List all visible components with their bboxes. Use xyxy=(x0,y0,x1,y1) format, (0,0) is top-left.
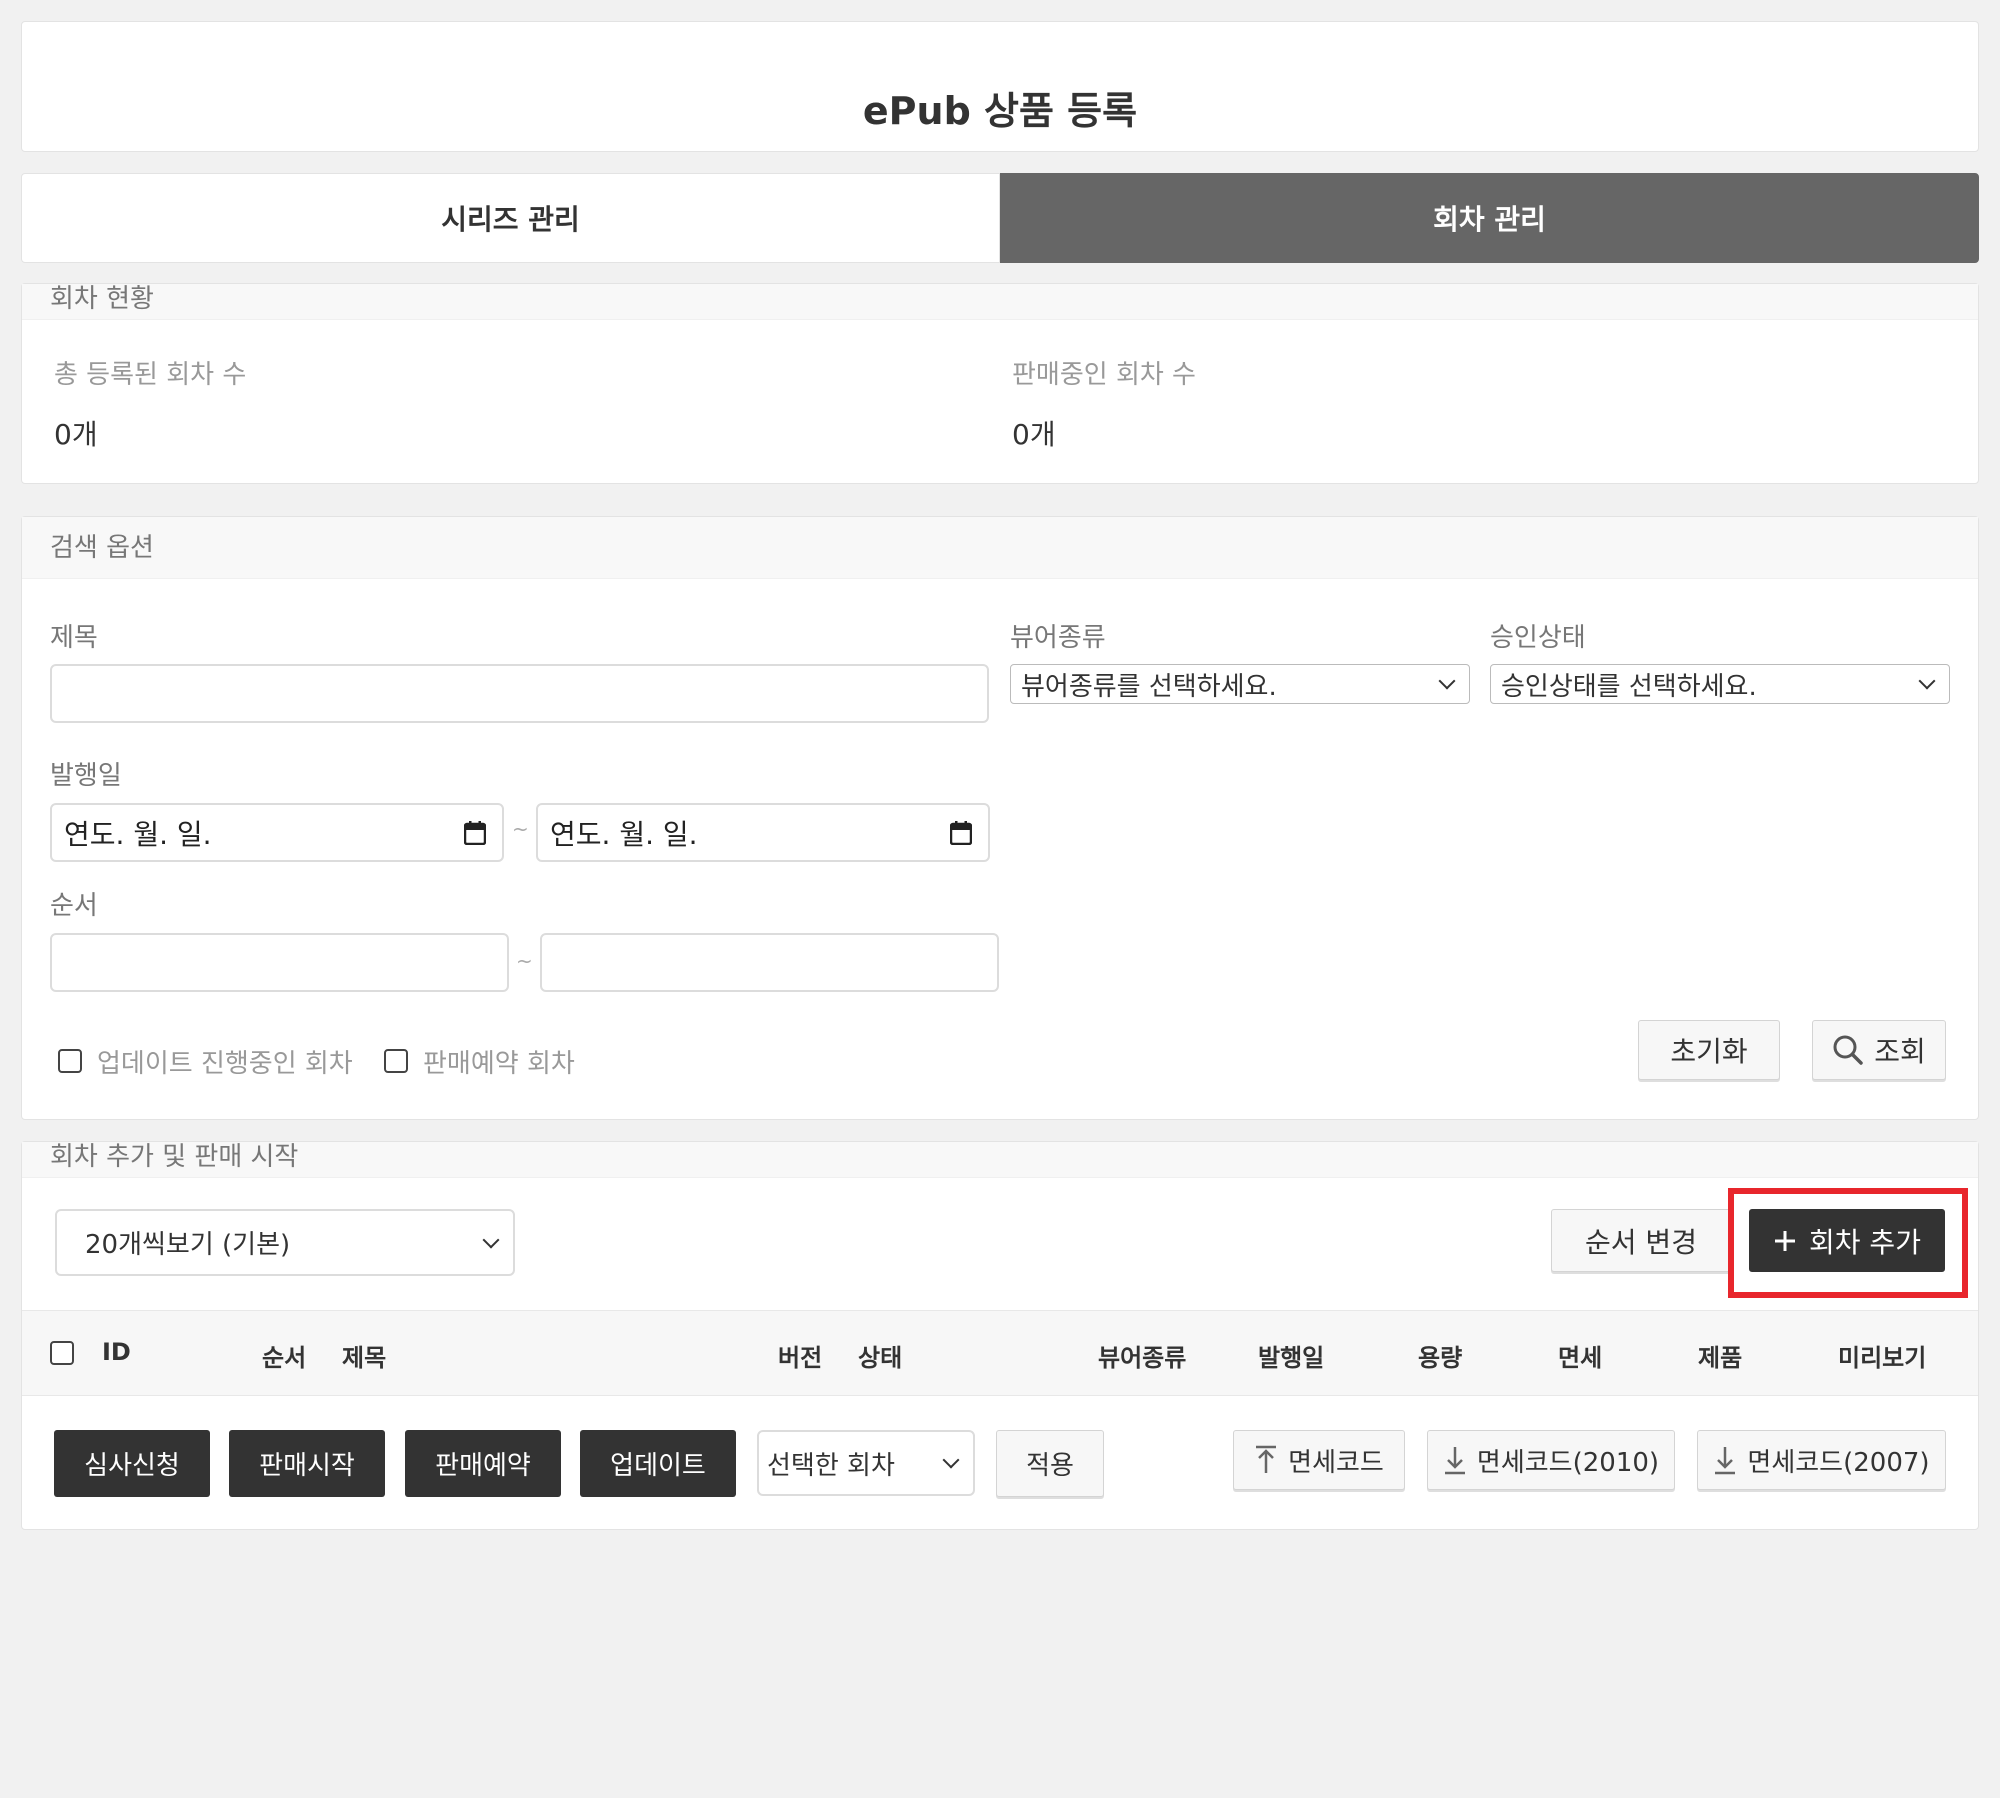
reserve-sale-button[interactable]: 판매예약 xyxy=(405,1430,561,1497)
approval-status-selected: 승인상태를 선택하세요. xyxy=(1501,671,1757,702)
pubdate-label: 발행일 xyxy=(50,761,122,791)
updating-episodes-checkbox[interactable] xyxy=(58,1049,82,1073)
reset-button-label: 초기화 xyxy=(1670,1035,1748,1068)
column-viewer-type[interactable]: 뷰어종류 xyxy=(1098,1338,1186,1373)
reorder-button-label: 순서 변경 xyxy=(1585,1225,1697,1259)
column-id[interactable]: ID xyxy=(102,1338,131,1366)
order-label: 순서 xyxy=(50,891,98,921)
column-product[interactable]: 제품 xyxy=(1698,1338,1742,1373)
column-tax-free[interactable]: 면세 xyxy=(1558,1338,1602,1373)
column-preview[interactable]: 미리보기 xyxy=(1838,1338,1926,1373)
plus-icon xyxy=(1775,1230,1796,1251)
tax-code-2007-label: 면세코드(2007) xyxy=(1747,1447,1930,1478)
tax-code-upload-label: 면세코드 xyxy=(1288,1447,1384,1478)
chevron-down-icon xyxy=(942,1451,960,1469)
page-title: ePub 상품 등록 xyxy=(862,89,1138,133)
search-button[interactable]: 조회 xyxy=(1812,1020,1946,1080)
start-sale-button[interactable]: 판매시작 xyxy=(229,1430,385,1497)
order-range-separator: ~ xyxy=(516,949,533,973)
selling-episodes-label: 판매중인 회차 수 xyxy=(1012,360,1196,390)
pubdate-range-separator: ~ xyxy=(512,817,529,841)
approval-status-select[interactable]: 승인상태를 선택하세요. xyxy=(1490,664,1950,704)
reset-button[interactable]: 초기화 xyxy=(1638,1020,1780,1080)
add-episode-button-label: 회차 추가 xyxy=(1809,1225,1921,1259)
pubdate-to-input[interactable]: 연도. 월. 일. xyxy=(536,803,990,862)
column-size[interactable]: 용량 xyxy=(1418,1338,1462,1373)
column-order[interactable]: 순서 xyxy=(262,1338,306,1373)
viewer-type-select[interactable]: 뷰어종류를 선택하세요. xyxy=(1010,664,1470,704)
status-section-title: 회차 현황 xyxy=(22,284,1978,320)
review-request-button[interactable]: 심사신청 xyxy=(54,1430,210,1497)
selling-episodes-value: 0개 xyxy=(1012,418,1056,451)
search-section-title: 검색 옵션 xyxy=(22,517,1978,579)
total-episodes-label: 총 등록된 회차 수 xyxy=(54,360,247,390)
update-button[interactable]: 업데이트 xyxy=(580,1430,736,1497)
tab-bar: 시리즈 관리 회차 관리 xyxy=(21,173,1979,263)
pubdate-from-value: 연도. 월. 일. xyxy=(64,817,212,851)
approval-status-label: 승인상태 xyxy=(1490,623,1586,653)
page-size-select[interactable]: 20개씩보기 (기본) xyxy=(55,1209,515,1276)
chevron-down-icon xyxy=(482,1231,500,1248)
chevron-down-icon xyxy=(1438,672,1456,690)
reserve-sale-label: 판매예약 xyxy=(435,1451,531,1481)
column-version[interactable]: 버전 xyxy=(778,1338,822,1373)
tax-code-upload-button[interactable]: 면세코드 xyxy=(1233,1430,1405,1490)
search-button-label: 조회 xyxy=(1874,1035,1926,1068)
reorder-button[interactable]: 순서 변경 xyxy=(1551,1209,1731,1272)
tax-code-2010-label: 면세코드(2010) xyxy=(1476,1447,1660,1478)
calendar-icon[interactable] xyxy=(464,821,486,845)
search-icon xyxy=(1833,1035,1863,1065)
total-episodes-value: 0개 xyxy=(54,418,98,451)
chevron-down-icon xyxy=(1918,672,1936,690)
page-size-selected: 20개씩보기 (기본) xyxy=(85,1230,291,1260)
updating-episodes-label[interactable]: 업데이트 진행중인 회차 xyxy=(97,1043,353,1080)
viewer-type-label: 뷰어종류 xyxy=(1010,623,1106,653)
tab-series-management[interactable]: 시리즈 관리 xyxy=(21,173,1000,263)
upload-icon xyxy=(1256,1445,1277,1473)
order-to-input[interactable] xyxy=(540,933,999,992)
episode-list-card: 회차 추가 및 판매 시작 20개씩보기 (기본) 순서 변경 회차 추가 ID… xyxy=(21,1141,1979,1530)
title-label: 제목 xyxy=(50,623,98,653)
tax-code-2010-download-button[interactable]: 면세코드(2010) xyxy=(1427,1430,1675,1490)
order-from-input[interactable] xyxy=(50,933,509,992)
tax-code-2007-download-button[interactable]: 면세코드(2007) xyxy=(1697,1430,1946,1490)
pubdate-to-value: 연도. 월. 일. xyxy=(550,817,698,851)
apply-target-selected: 선택한 회차 xyxy=(767,1450,895,1481)
column-pubdate[interactable]: 발행일 xyxy=(1258,1338,1324,1373)
column-state[interactable]: 상태 xyxy=(858,1338,902,1373)
add-episode-button[interactable]: 회차 추가 xyxy=(1749,1209,1945,1272)
calendar-icon[interactable] xyxy=(950,821,972,845)
episode-status-card: 회차 현황 총 등록된 회차 수 0개 판매중인 회차 수 0개 xyxy=(21,283,1979,484)
header-card: ePub 상품 등록 xyxy=(21,21,1979,152)
title-input[interactable] xyxy=(50,664,989,723)
download-icon xyxy=(1715,1447,1736,1475)
tab-episode-management[interactable]: 회차 관리 xyxy=(1000,173,1979,263)
column-title[interactable]: 제목 xyxy=(342,1338,386,1373)
apply-target-select[interactable]: 선택한 회차 xyxy=(757,1430,975,1496)
review-request-label: 심사신청 xyxy=(84,1451,180,1481)
update-label: 업데이트 xyxy=(610,1451,706,1481)
reserved-episodes-checkbox[interactable] xyxy=(384,1049,408,1073)
apply-label: 적용 xyxy=(1026,1451,1074,1481)
select-all-checkbox[interactable] xyxy=(50,1341,74,1365)
search-options-card: 검색 옵션 제목 뷰어종류 뷰어종류를 선택하세요. 승인상태 승인상태를 선택… xyxy=(21,516,1979,1120)
pubdate-from-input[interactable]: 연도. 월. 일. xyxy=(50,803,504,862)
episode-table-header: ID 순서 제목 버전 상태 뷰어종류 발행일 용량 면세 제품 미리보기 xyxy=(22,1310,1978,1396)
list-section-title: 회차 추가 및 판매 시작 xyxy=(22,1142,1978,1178)
apply-button[interactable]: 적용 xyxy=(996,1430,1104,1497)
download-icon xyxy=(1444,1447,1465,1475)
start-sale-label: 판매시작 xyxy=(259,1451,355,1481)
reserved-episodes-label[interactable]: 판매예약 회차 xyxy=(423,1043,575,1080)
viewer-type-selected: 뷰어종류를 선택하세요. xyxy=(1021,671,1277,702)
